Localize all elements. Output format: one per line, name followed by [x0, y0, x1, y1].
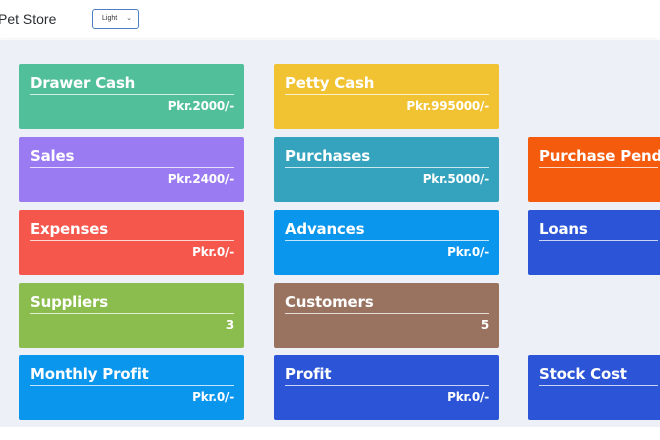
card-title: Stock Cost — [539, 365, 627, 383]
card-sales[interactable]: Sales Pkr.2400/- — [19, 137, 244, 202]
theme-select[interactable]: Light ⌄ — [92, 9, 139, 29]
card-divider — [30, 94, 234, 95]
card-title: Petty Cash — [285, 74, 375, 92]
app-title: Pet Store — [0, 11, 57, 27]
card-title: Drawer Cash — [30, 74, 136, 92]
card-title: Advances — [285, 220, 365, 238]
card-petty-cash[interactable]: Petty Cash Pkr.995000/- — [274, 64, 499, 129]
bottom-strip — [0, 427, 660, 440]
card-title: Suppliers — [30, 293, 108, 311]
card-title: Sales — [30, 147, 75, 165]
card-divider — [285, 385, 489, 386]
card-value: Pkr.5000/- — [422, 172, 490, 186]
card-divider — [285, 313, 489, 314]
card-title: Loans — [539, 220, 588, 238]
card-value: Pkr.995000/- — [406, 99, 489, 113]
card-divider — [285, 240, 489, 241]
card-divider — [30, 385, 234, 386]
card-divider — [539, 240, 658, 241]
card-purchase-pending[interactable]: Purchase Pending — [528, 137, 660, 202]
card-title: Monthly Profit — [30, 365, 149, 383]
card-divider — [30, 313, 234, 314]
card-divider — [30, 167, 234, 168]
card-purchases[interactable]: Purchases Pkr.5000/- — [274, 137, 499, 202]
card-divider — [539, 385, 658, 386]
top-bar: Pet Store Light ⌄ — [0, 0, 660, 38]
card-value: Pkr.0/- — [447, 245, 489, 259]
card-profit[interactable]: Profit Pkr.0/- — [274, 355, 499, 420]
card-value: Pkr.0/- — [192, 245, 234, 259]
card-loans[interactable]: Loans — [528, 210, 660, 275]
card-divider — [30, 240, 234, 241]
card-monthly-profit[interactable]: Monthly Profit Pkr.0/- — [19, 355, 244, 420]
card-title: Profit — [285, 365, 332, 383]
card-value: 5 — [480, 318, 489, 332]
card-value: Pkr.2000/- — [167, 99, 235, 113]
card-value: Pkr.0/- — [447, 390, 489, 404]
card-suppliers[interactable]: Suppliers 3 — [19, 283, 244, 348]
card-divider — [285, 94, 489, 95]
card-value: Pkr.0/- — [192, 390, 234, 404]
card-value: 3 — [225, 318, 234, 332]
card-advances[interactable]: Advances Pkr.0/- — [274, 210, 499, 275]
card-divider — [539, 167, 658, 168]
theme-select-value: Light — [102, 15, 118, 22]
card-title: Customers — [285, 293, 374, 311]
card-divider — [285, 167, 489, 168]
card-value: Pkr.2400/- — [167, 172, 235, 186]
card-drawer-cash[interactable]: Drawer Cash Pkr.2000/- — [19, 64, 244, 129]
card-title: Purchases — [285, 147, 370, 165]
card-stock-cost[interactable]: Stock Cost — [528, 355, 660, 420]
card-expenses[interactable]: Expenses Pkr.0/- — [19, 210, 244, 275]
card-title: Expenses — [30, 220, 108, 238]
card-title: Purchase Pending — [539, 147, 660, 165]
chevron-down-icon: ⌄ — [126, 15, 132, 22]
card-customers[interactable]: Customers 5 — [274, 283, 499, 348]
